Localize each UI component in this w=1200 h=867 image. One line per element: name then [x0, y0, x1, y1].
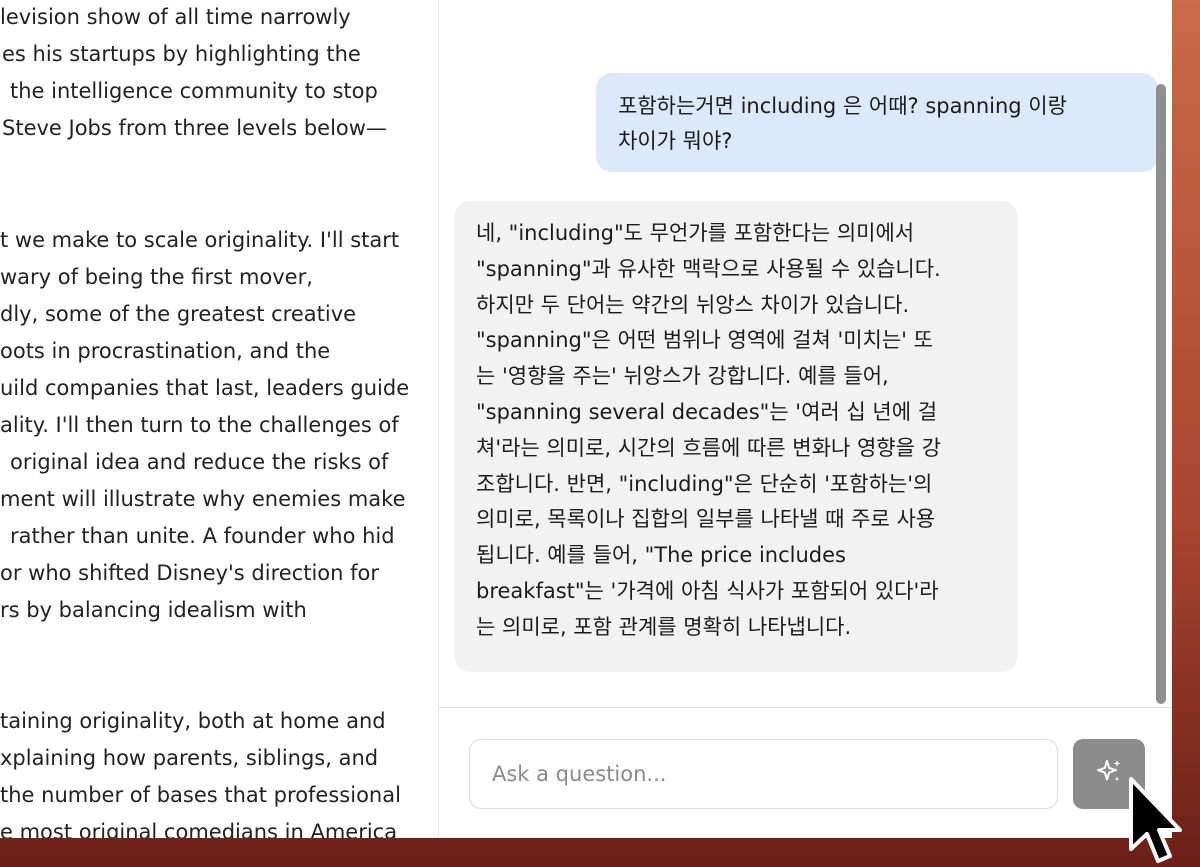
message-line: 조합니다. 반면, "including"은 단순히 '포함하는'의 [476, 471, 933, 496]
message-line: 차이가 뭐야? [618, 129, 733, 153]
message-line: 는 '영향을 주는' 뉘앙스가 강합니다. 예를 들어, [476, 364, 889, 389]
doc-line: ality. I'll then turn to the challenges … [0, 413, 399, 437]
doc-line: xplaining how parents, siblings, and [0, 746, 379, 770]
message-line: 됩니다. 예를 들어, "The price includes [476, 543, 846, 568]
doc-line: ment will illustrate why enemies make [0, 487, 406, 511]
doc-line: es his startups by highlighting the [2, 42, 361, 66]
ask-question-input[interactable] [469, 739, 1058, 809]
document-pane[interactable]: levision show of all time narrowly es hi… [0, 0, 439, 838]
message-line: "spanning"은 어떤 범위나 영역에 걸쳐 '미치는' 또 [476, 328, 933, 353]
sparkle-icon [1094, 757, 1124, 791]
doc-line: dly, some of the greatest creative [0, 302, 357, 326]
doc-line: e most original comedians in America [0, 820, 398, 838]
chat-scrollbar[interactable] [1153, 80, 1167, 706]
doc-line: t we make to scale originality. I'll sta… [0, 228, 400, 252]
user-message: 포함하는거면 including 은 어때? spanning 이랑 차이가 뭐… [596, 73, 1158, 172]
message-line: "spanning"과 유사한 맥락으로 사용될 수 있습니다. [476, 256, 941, 281]
scrollbar-thumb[interactable] [1156, 84, 1166, 704]
doc-line: oots in procrastination, and the [0, 339, 331, 363]
doc-line: original idea and reduce the risks of [10, 450, 389, 474]
chat-pane: 포함하는거면 including 은 어때? spanning 이랑 차이가 뭐… [439, 0, 1172, 838]
message-line: "spanning several decades"는 '여러 십 년에 걸 [476, 399, 938, 424]
doc-line: or who shifted Disney's direction for [0, 561, 380, 585]
assistant-message: 네, "including"도 무언가를 포함한다는 의미에서 "spannin… [454, 201, 1018, 672]
send-button[interactable] [1073, 739, 1145, 809]
message-line: 하지만 두 단어는 약간의 뉘앙스 차이가 있습니다. [476, 292, 910, 317]
doc-line: uild companies that last, leaders guide [0, 376, 410, 400]
doc-line: Steve Jobs from three levels below— [2, 116, 387, 140]
reader-window: levision show of all time narrowly es hi… [0, 0, 1172, 838]
doc-line: rs by balancing idealism with [0, 598, 307, 622]
doc-line: the intelligence community to stop [10, 79, 378, 103]
doc-line: the number of bases that professional [0, 783, 401, 807]
doc-line: wary of being the first mover, [0, 265, 313, 289]
doc-line: rather than unite. A founder who hid [10, 524, 395, 548]
doc-line: taining originality, both at home and [0, 709, 386, 733]
message-line: 쳐'라는 의미로, 시간의 흐름에 따른 변화나 영향을 강 [476, 435, 941, 460]
message-line: 의미로, 목록이나 집합의 일부를 나타낼 때 주로 사용 [476, 507, 936, 532]
composer-divider [439, 707, 1172, 708]
message-line: 포함하는거면 including 은 어때? spanning 이랑 [618, 94, 1067, 118]
message-line: 는 의미로, 포함 관계를 명확히 나타냅니다. [476, 614, 852, 639]
doc-line: levision show of all time narrowly [0, 5, 351, 29]
message-line: breakfast"는 '가격에 아침 식사가 포함되어 있다'라 [476, 578, 939, 603]
message-line: 네, "including"도 무언가를 포함한다는 의미에서 [476, 221, 915, 245]
